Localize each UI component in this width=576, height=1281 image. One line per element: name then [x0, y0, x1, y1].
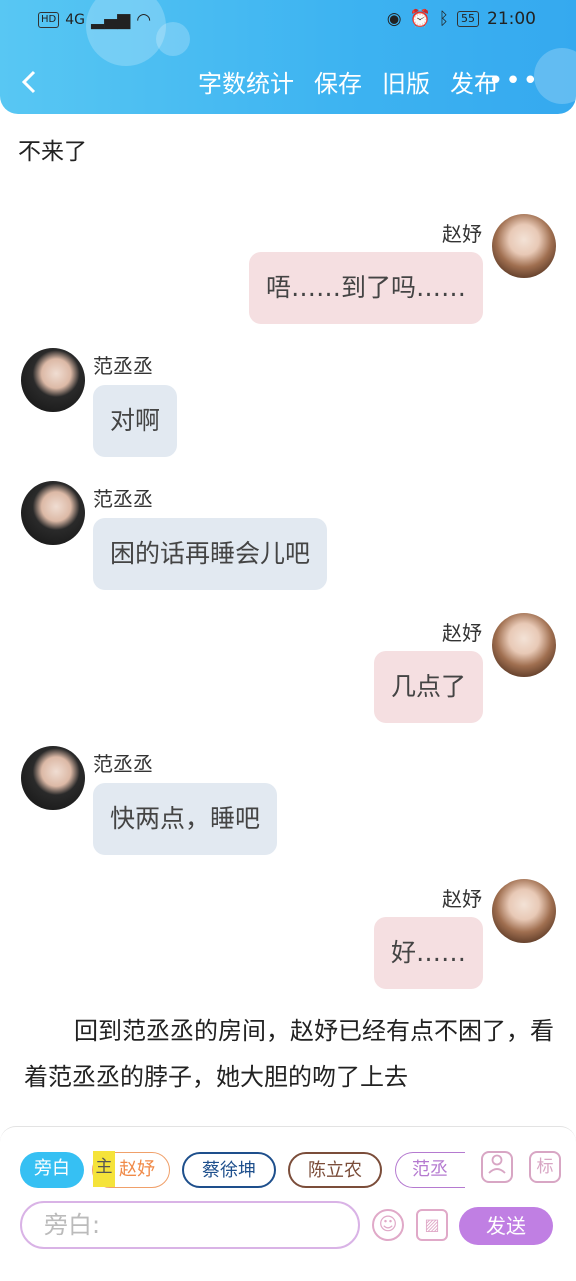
chat-message[interactable]: 范丞丞 困的话再睡会儿吧 — [0, 481, 576, 601]
protagonist-tag: 主 — [93, 1151, 115, 1187]
speaker-name: 范丞丞 — [93, 354, 153, 378]
character-chip-cai[interactable]: 蔡徐坤 — [182, 1152, 276, 1188]
composer-panel: 旁白 主 赵妤 蔡徐坤 陈立农 范丞丞 标 旁白: ☺ ▨ 发送 — [0, 1126, 576, 1281]
story-content: 不来了 ────────────────── 赵妤 唔……到了吗…… 范丞丞 对… — [0, 114, 576, 1126]
chat-message[interactable]: 范丞丞 对啊 — [0, 348, 576, 468]
old-version-button[interactable]: 旧版 — [382, 66, 430, 102]
image-icon[interactable]: ▨ — [416, 1209, 448, 1241]
chat-message[interactable]: 赵妤 唔……到了吗…… — [0, 214, 576, 334]
avatar[interactable] — [21, 746, 85, 810]
more-icon[interactable]: ••• — [488, 66, 540, 96]
character-chip-fan[interactable]: 范丞丞 — [395, 1152, 465, 1188]
avatar[interactable] — [21, 348, 85, 412]
wifi-icon: ◠ — [136, 10, 152, 30]
user-icon[interactable] — [481, 1151, 513, 1183]
message-bubble[interactable]: 几点了 — [373, 651, 483, 723]
battery-icon: 55 — [457, 11, 479, 27]
character-chip-chen[interactable]: 陈立农 — [288, 1152, 382, 1188]
send-button[interactable]: 发送 — [459, 1207, 553, 1245]
character-chip-narrator[interactable]: 旁白 — [20, 1152, 84, 1188]
message-input[interactable]: 旁白: — [20, 1201, 360, 1249]
speaker-name: 范丞丞 — [93, 487, 153, 511]
word-count-button[interactable]: 字数统计 — [198, 66, 294, 102]
status-bar: HD 4G ▂▄▆ ◠ ◉ ⏰ ᛒ 55 21:00 — [0, 0, 576, 40]
message-bubble[interactable]: 快两点，睡吧 — [93, 783, 278, 855]
speaker-name: 赵妤 — [442, 222, 482, 246]
eye-icon: ◉ — [386, 9, 402, 29]
save-button[interactable]: 保存 — [314, 66, 362, 102]
narration-clipped: ────────────────── — [24, 162, 484, 186]
header-bar: HD 4G ▂▄▆ ◠ ◉ ⏰ ᛒ 55 21:00 字数统计 保存 旧版 发布… — [0, 0, 576, 114]
network-label: 4G — [65, 12, 85, 28]
character-chip-label: 赵妤 — [119, 1159, 155, 1180]
narration-text[interactable]: 回到范丞丞的房间，赵妤已经有点不困了，看着范丞丞的脖子，她大胆的吻了上去 — [24, 1008, 554, 1100]
signal-icon: ▂▄▆ — [91, 10, 131, 30]
back-arrow-icon[interactable] — [18, 64, 48, 100]
mark-button[interactable]: 标 — [529, 1151, 561, 1183]
avatar[interactable] — [21, 481, 85, 545]
avatar[interactable] — [492, 613, 556, 677]
chat-message[interactable]: 范丞丞 快两点，睡吧 — [0, 746, 576, 866]
chat-message[interactable]: 赵妤 好…… — [0, 879, 576, 999]
clock-time: 21:00 — [487, 9, 536, 29]
chat-message[interactable]: 赵妤 几点了 — [0, 613, 576, 733]
avatar[interactable] — [492, 214, 556, 278]
narration-text[interactable]: 不来了 — [18, 132, 87, 166]
message-bubble[interactable]: 好…… — [373, 917, 483, 989]
speaker-name: 赵妤 — [442, 887, 482, 911]
message-bubble[interactable]: 对啊 — [93, 385, 178, 457]
navigation-bar: 字数统计 保存 旧版 发布 ••• — [0, 56, 576, 112]
speaker-name: 赵妤 — [442, 621, 482, 645]
avatar[interactable] — [492, 879, 556, 943]
alarm-icon: ⏰ — [409, 9, 431, 29]
speaker-name: 范丞丞 — [93, 752, 153, 776]
character-chip-zhao[interactable]: 主 赵妤 — [92, 1151, 170, 1188]
message-bubble[interactable]: 唔……到了吗…… — [248, 252, 483, 324]
bluetooth-icon: ᛒ — [438, 9, 449, 29]
hd-icon: HD — [38, 12, 60, 28]
emoji-icon[interactable]: ☺ — [372, 1209, 404, 1241]
message-bubble[interactable]: 困的话再睡会儿吧 — [93, 518, 328, 590]
narration-clipped-text: ────────────────── — [24, 162, 484, 174]
